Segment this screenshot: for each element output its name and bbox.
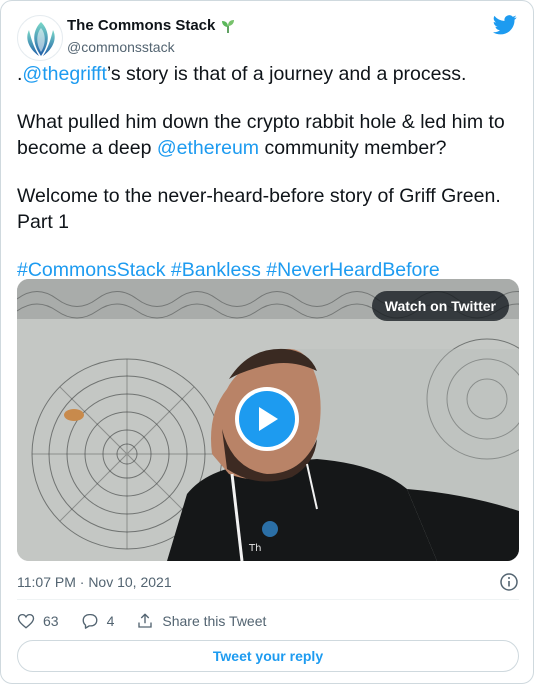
author-name-row[interactable]: The Commons Stack <box>67 17 236 34</box>
hashtag-commonsstack-link[interactable]: #CommonsStack <box>17 259 165 281</box>
video-player[interactable]: Th Watch on Twitter <box>17 279 519 561</box>
tweet-paragraph-3: Welcome to the never-heard-before story … <box>17 185 501 233</box>
tweet-body: .@thegrifft’s story is that of a journey… <box>17 61 523 305</box>
user-handle[interactable]: @commonsstack <box>67 39 175 55</box>
commons-stack-logo-icon <box>27 22 55 56</box>
mention-ethereum-link[interactable]: @ethereum <box>157 137 259 159</box>
tweet-text-fragment: community member? <box>259 137 447 159</box>
info-icon[interactable] <box>499 572 519 592</box>
tweet-card: The Commons Stack @commonsstack .@thegri… <box>0 0 534 684</box>
watch-on-twitter-button[interactable]: Watch on Twitter <box>371 291 509 321</box>
sprout-icon <box>222 19 235 33</box>
heart-icon <box>17 613 35 629</box>
play-button-inner <box>239 391 295 447</box>
tweet-timestamp[interactable]: 11:07 PM · Nov 10, 2021 <box>17 574 172 590</box>
tweet-meta-row: 11:07 PM · Nov 10, 2021 <box>17 572 519 592</box>
play-button[interactable] <box>235 387 299 451</box>
reply-count-button[interactable]: 4 <box>81 612 115 630</box>
tweet-paragraph-1: .@thegrifft’s story is that of a journey… <box>17 61 523 87</box>
share-button[interactable]: Share this Tweet <box>136 612 266 630</box>
hashtag-neverheardbefore-link[interactable]: #NeverHeardBefore <box>266 259 439 281</box>
like-count: 63 <box>43 613 59 629</box>
display-name[interactable]: The Commons Stack <box>67 17 215 34</box>
reply-count: 4 <box>106 613 115 629</box>
hashtag-bankless-link[interactable]: #Bankless <box>171 259 261 281</box>
share-label: Share this Tweet <box>162 613 267 629</box>
like-button[interactable]: 63 <box>17 612 59 630</box>
mention-thegrifft-link[interactable]: @thegrifft <box>22 63 106 85</box>
tweet-text-fragment: ’s story is that of a journey and a proc… <box>106 63 467 85</box>
twitter-bird-icon[interactable] <box>493 15 517 35</box>
tweet-paragraph-2: What pulled him down the crypto rabbit h… <box>17 109 523 161</box>
svg-text:Th: Th <box>248 543 261 554</box>
divider <box>17 599 519 600</box>
share-icon <box>138 613 153 628</box>
play-icon <box>259 407 278 431</box>
tweet-actions: 63 4 Share this Tweet <box>17 610 288 632</box>
comment-icon <box>82 613 98 629</box>
avatar[interactable] <box>17 15 63 61</box>
tweet-your-reply-button[interactable]: Tweet your reply <box>17 640 519 672</box>
